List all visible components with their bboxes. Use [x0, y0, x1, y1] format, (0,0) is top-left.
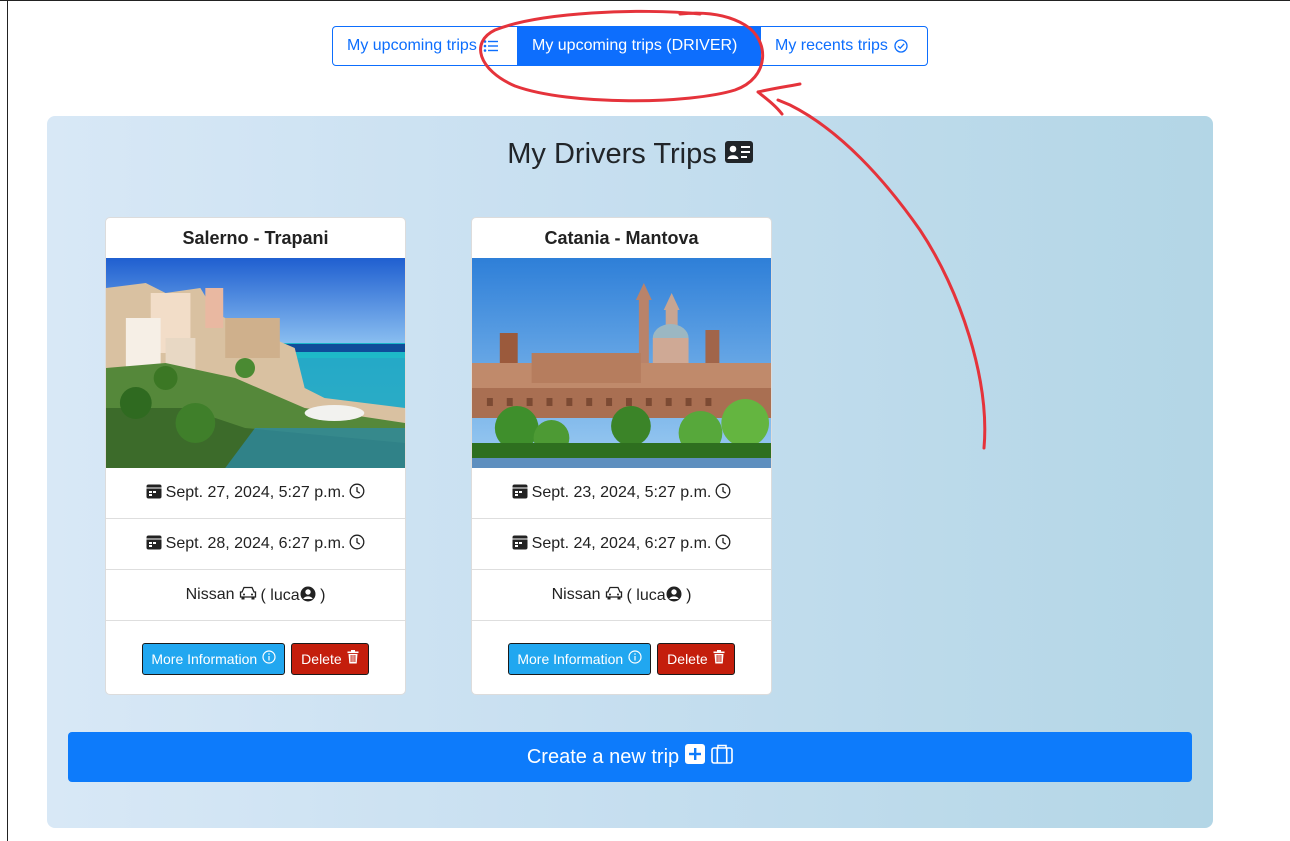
trip-tabs: My upcoming trips My upcoming trips (DRI…	[332, 26, 928, 66]
departure-datetime: Sept. 23, 2024, 5:27 p.m.	[531, 484, 712, 501]
driver-name: ( luca	[260, 586, 300, 604]
arrival-datetime: Sept. 24, 2024, 6:27 p.m.	[531, 535, 712, 552]
departure-row: Sept. 23, 2024, 5:27 p.m.	[472, 468, 771, 519]
person-circle-icon	[666, 586, 682, 602]
drivers-trips-panel: My Drivers Trips Salerno - Trapani Sept.…	[47, 116, 1213, 828]
create-trip-label: Create a new trip	[526, 745, 680, 768]
tab-label: My upcoming trips (DRIVER)	[532, 37, 738, 54]
person-vcard-icon	[724, 138, 753, 171]
trip-card: Salerno - Trapani Sept. 27, 2024, 5:27 p…	[105, 217, 406, 695]
info-circle-icon	[628, 650, 642, 667]
vehicle-driver-row: Nissan ( luca )	[106, 570, 405, 621]
person-circle-icon	[300, 586, 316, 602]
city-cathedral-photo	[472, 258, 771, 468]
vehicle-driver-row: Nissan ( luca )	[472, 570, 771, 621]
arrival-row: Sept. 24, 2024, 6:27 p.m.	[472, 519, 771, 570]
trip-route-title: Catania - Mantova	[544, 227, 699, 248]
arrival-row: Sept. 28, 2024, 6:27 p.m.	[106, 519, 405, 570]
trash-icon	[347, 650, 359, 667]
calendar-icon	[146, 483, 162, 504]
tab-upcoming-trips-driver[interactable]: My upcoming trips (DRIVER)	[518, 26, 760, 66]
tab-recent-trips[interactable]: My recents trips	[760, 26, 928, 66]
clock-icon	[349, 483, 365, 504]
more-info-label: More Information	[517, 650, 624, 667]
driver-name: ( luca	[626, 586, 666, 604]
departure-row: Sept. 27, 2024, 5:27 p.m.	[106, 468, 405, 519]
window-top-border	[0, 0, 1290, 1]
arrival-datetime: Sept. 28, 2024, 6:27 p.m.	[165, 535, 346, 552]
car-icon	[239, 586, 257, 605]
delete-label: Delete	[301, 650, 342, 667]
page-title: My Drivers Trips	[507, 138, 717, 170]
window-left-border	[7, 0, 8, 841]
driver-suffix: )	[681, 586, 692, 604]
calendar-icon	[146, 534, 162, 555]
car-model: Nissan	[185, 586, 235, 603]
delete-button[interactable]: Delete	[291, 642, 369, 675]
suitcase-icon	[711, 744, 733, 770]
tab-label: My upcoming trips	[347, 37, 477, 54]
more-information-button[interactable]: More Information	[142, 642, 286, 675]
calendar-icon	[512, 483, 528, 504]
tab-upcoming-trips[interactable]: My upcoming trips	[332, 26, 518, 66]
trash-icon	[713, 650, 725, 667]
panel-heading: My Drivers Trips	[47, 138, 1213, 171]
delete-label: Delete	[667, 650, 708, 667]
car-model: Nissan	[551, 586, 601, 603]
clock-icon	[715, 483, 731, 504]
departure-datetime: Sept. 27, 2024, 5:27 p.m.	[165, 484, 346, 501]
info-circle-icon	[262, 650, 276, 667]
tab-label: My recents trips	[775, 37, 888, 54]
card-actions: More Information Delete	[472, 621, 771, 694]
delete-button[interactable]: Delete	[657, 642, 735, 675]
card-actions: More Information Delete	[106, 621, 405, 694]
more-info-label: More Information	[151, 650, 258, 667]
car-icon	[605, 586, 623, 605]
plus-square-icon	[685, 744, 706, 770]
trip-route-title: Salerno - Trapani	[182, 227, 329, 248]
driver-suffix: )	[315, 586, 326, 604]
clock-icon	[715, 534, 731, 555]
create-trip-button[interactable]: Create a new trip	[68, 732, 1192, 782]
more-information-button[interactable]: More Information	[508, 642, 652, 675]
coastal-town-photo	[106, 258, 405, 468]
check-circle-icon	[894, 39, 908, 53]
clock-icon	[349, 534, 365, 555]
calendar-icon	[512, 534, 528, 555]
trip-card: Catania - Mantova Sept. 23, 2024, 5:27 p…	[471, 217, 772, 695]
list-icon	[483, 39, 499, 53]
